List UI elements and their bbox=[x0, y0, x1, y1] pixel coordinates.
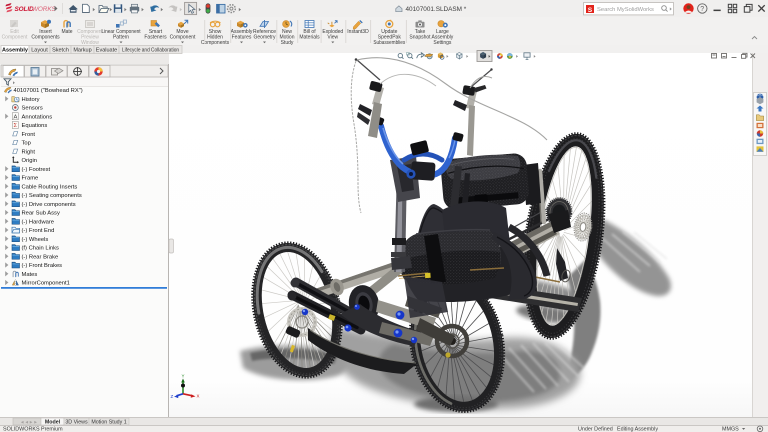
svg-text:Mate: Mate bbox=[61, 29, 72, 35]
svg-text:Equations: Equations bbox=[22, 123, 48, 129]
svg-text:?: ? bbox=[700, 6, 704, 13]
svg-text:A: A bbox=[14, 114, 18, 120]
svg-text:(-) Front End: (-) Front End bbox=[22, 228, 55, 234]
svg-text:Pattern: Pattern bbox=[113, 34, 129, 40]
svg-text:Σ: Σ bbox=[14, 123, 18, 129]
svg-text:(-) Front Brakes: (-) Front Brakes bbox=[22, 263, 63, 269]
svg-text:(-) Hardware: (-) Hardware bbox=[22, 219, 55, 225]
svg-text:Evaluate: Evaluate bbox=[96, 47, 117, 53]
svg-text:Study: Study bbox=[281, 40, 294, 46]
svg-text:(-) Drive components: (-) Drive components bbox=[22, 202, 76, 208]
svg-text:Under Defined: Under Defined bbox=[578, 427, 613, 432]
svg-text:Motion Study 1: Motion Study 1 bbox=[91, 420, 126, 426]
svg-text:Layout: Layout bbox=[31, 47, 48, 53]
svg-text:(-) Rear Brake: (-) Rear Brake bbox=[22, 254, 59, 260]
svg-text:Instant3D: Instant3D bbox=[347, 29, 369, 35]
svg-text:Features: Features bbox=[232, 34, 252, 40]
svg-text:View: View bbox=[327, 34, 338, 40]
svg-text:Search MySolidWorks: Search MySolidWorks bbox=[597, 7, 654, 13]
svg-text:Fasteners: Fasteners bbox=[144, 34, 167, 40]
svg-text:Origin: Origin bbox=[22, 158, 37, 164]
svg-text:(-) Seating components: (-) Seating components bbox=[22, 193, 82, 199]
svg-text:Markup: Markup bbox=[73, 47, 91, 53]
svg-text:(-) Wheels: (-) Wheels bbox=[22, 237, 49, 243]
svg-text:Sensors: Sensors bbox=[22, 106, 43, 112]
svg-text:Model: Model bbox=[45, 420, 61, 426]
svg-text:Geometry: Geometry bbox=[254, 34, 276, 40]
svg-text:Z: Z bbox=[171, 394, 174, 399]
svg-text:S: S bbox=[588, 7, 593, 14]
svg-text:Top: Top bbox=[22, 141, 31, 147]
svg-text:Materials: Materials bbox=[299, 34, 320, 40]
svg-text:Y: Y bbox=[182, 374, 185, 379]
svg-text:X: X bbox=[197, 394, 200, 399]
svg-text:Mates: Mates bbox=[22, 272, 38, 278]
svg-text:◄◄►►: ◄◄►► bbox=[20, 419, 38, 424]
svg-text:Right: Right bbox=[22, 149, 36, 155]
svg-text:Annotations: Annotations bbox=[22, 114, 53, 120]
svg-text:Front: Front bbox=[22, 132, 36, 138]
svg-text:Frame: Frame bbox=[22, 176, 39, 182]
svg-text:WORKS: WORKS bbox=[32, 6, 56, 13]
svg-text:Component: Component bbox=[170, 34, 196, 40]
svg-text:Window: Window bbox=[81, 40, 99, 46]
svg-text:SOLIDWORKS Premium: SOLIDWORKS Premium bbox=[3, 427, 63, 432]
svg-text:40107001 ("Bowhead RX"): 40107001 ("Bowhead RX") bbox=[14, 88, 83, 94]
svg-text:40107001.SLDASM *: 40107001.SLDASM * bbox=[406, 6, 467, 13]
svg-text:Component: Component bbox=[2, 34, 28, 40]
svg-text:Rear Sub Assy: Rear Sub Assy bbox=[22, 211, 60, 217]
svg-text:History: History bbox=[22, 97, 40, 103]
svg-text:Settings: Settings bbox=[433, 40, 452, 46]
svg-text:Sketch: Sketch bbox=[52, 47, 69, 53]
svg-text:MMGS: MMGS bbox=[722, 427, 739, 432]
svg-text:MirrorComponent1: MirrorComponent1 bbox=[22, 281, 70, 287]
svg-text:(-) Footrest: (-) Footrest bbox=[22, 167, 51, 173]
svg-text:3D Views: 3D Views bbox=[65, 420, 88, 426]
svg-text:Cable Routing Inserts: Cable Routing Inserts bbox=[22, 184, 78, 190]
svg-text:(f) Chain Links: (f) Chain Links bbox=[22, 246, 59, 252]
svg-text:Assembly: Assembly bbox=[2, 47, 29, 53]
svg-text:Components: Components bbox=[31, 34, 60, 40]
svg-text:Subassemblies: Subassemblies bbox=[373, 40, 405, 46]
svg-text:Editing Assembly: Editing Assembly bbox=[617, 427, 658, 432]
svg-text:Lifecycle and Collaboration: Lifecycle and Collaboration bbox=[122, 47, 179, 53]
svg-text:Snapshot: Snapshot bbox=[409, 34, 431, 40]
